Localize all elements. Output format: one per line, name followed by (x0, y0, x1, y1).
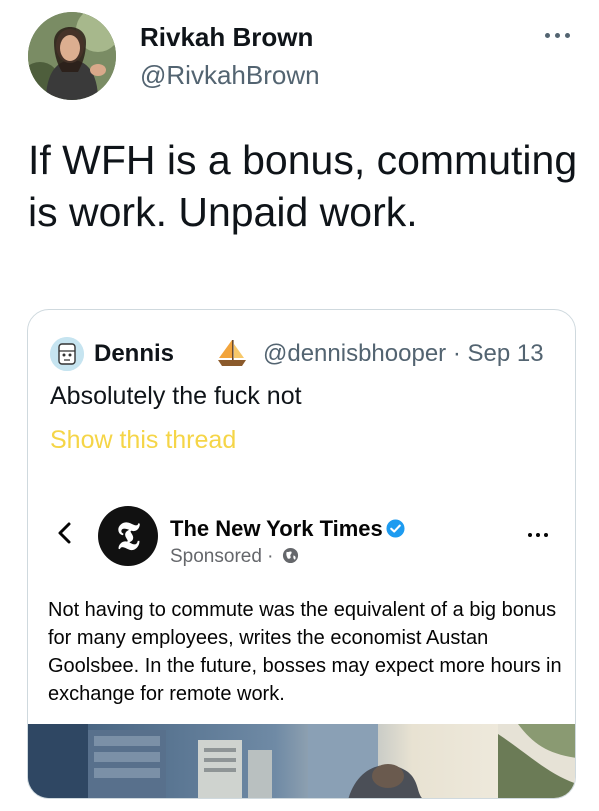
advertiser-name[interactable]: The New York Times (170, 516, 383, 542)
ad-illustration-art (28, 724, 575, 798)
quote-avatar[interactable] (50, 337, 84, 371)
back-arrow-icon[interactable] (56, 521, 72, 545)
ad-illustration[interactable] (28, 724, 575, 798)
show-thread-link[interactable]: Show this thread (50, 426, 236, 455)
quote-text: Absolutely the fuck not (50, 382, 302, 410)
globe-icon (282, 547, 299, 564)
quote-avatar-art (50, 337, 84, 371)
quoted-tweet-card[interactable]: Dennis @dennisbhooper · Sep 13 Absolutel… (27, 309, 576, 799)
more-options-icon[interactable] (537, 20, 577, 50)
ad-more-options-icon[interactable] (523, 528, 553, 542)
avatar-photo (28, 12, 116, 100)
author-name[interactable]: Rivkah Brown (140, 22, 313, 53)
tweet-text: If WFH is a bonus, commuting is work. Un… (28, 137, 578, 235)
nyt-logo[interactable]: 𝕿 (98, 506, 158, 566)
author-handle[interactable]: @RivkahBrown (140, 60, 320, 91)
ad-body-text: Not having to commute was the equivalent… (48, 599, 562, 705)
author-avatar[interactable] (28, 12, 116, 100)
quote-handle-date[interactable]: @dennisbhooper · Sep 13 (263, 340, 544, 368)
sponsored-label: Sponsored · (170, 546, 274, 567)
quote-author-name[interactable]: Dennis (94, 340, 174, 368)
sailboat-icon (218, 340, 246, 366)
verified-badge-icon (386, 519, 405, 538)
